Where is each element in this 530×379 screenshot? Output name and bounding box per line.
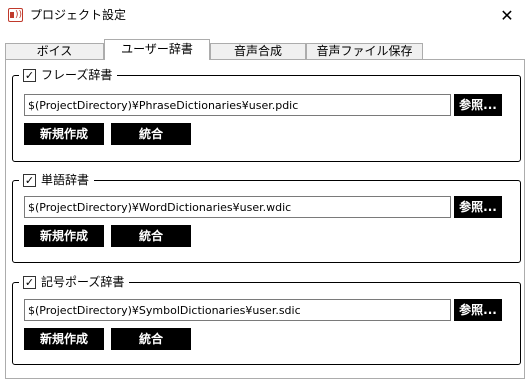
window-title: プロジェクト設定 (30, 8, 127, 22)
word-merge-button[interactable]: 統合 (111, 225, 191, 247)
word-dictionary-group: ✓ 単語辞書 参照... 新規作成 統合 (12, 172, 521, 263)
symbol-dictionary-path-input[interactable] (24, 299, 451, 321)
project-settings-window: )) プロジェクト設定 ✕ ボイス ユーザー辞書 音声合成 音声ファイル保存 ✓… (0, 0, 530, 379)
close-button[interactable]: ✕ (484, 0, 530, 31)
phrase-dictionary-label: フレーズ辞書 (41, 68, 113, 82)
phrase-dictionary-group: ✓ フレーズ辞書 参照... 新規作成 統合 (12, 67, 521, 162)
symbol-dictionary-checkbox[interactable]: ✓ (23, 275, 36, 289)
tab-label: ユーザー辞書 (121, 42, 193, 56)
checkmark-icon: ✓ (24, 68, 35, 82)
tab-user-dictionary[interactable]: ユーザー辞書 (104, 39, 210, 60)
word-dictionary-header: ✓ 単語辞書 (19, 172, 95, 188)
tab-label: 音声ファイル保存 (316, 44, 413, 58)
symbol-new-button[interactable]: 新規作成 (24, 328, 104, 350)
word-dictionary-label: 単語辞書 (41, 173, 90, 187)
phrase-dictionary-header: ✓ フレーズ辞書 (19, 67, 118, 83)
speaker-icon: )) (8, 8, 23, 22)
tab-audio-file-save[interactable]: 音声ファイル保存 (306, 43, 423, 59)
word-dictionary-checkbox[interactable]: ✓ (23, 173, 36, 187)
word-new-button[interactable]: 新規作成 (24, 225, 104, 247)
close-icon: ✕ (500, 6, 514, 25)
symbol-merge-button[interactable]: 統合 (111, 328, 191, 350)
phrase-dictionary-path-input[interactable] (24, 94, 451, 116)
tab-voice[interactable]: ボイス (5, 43, 104, 59)
tab-label: ボイス (36, 44, 73, 58)
phrase-merge-button[interactable]: 統合 (111, 123, 191, 145)
tab-bar: ボイス ユーザー辞書 音声合成 音声ファイル保存 (5, 39, 525, 60)
symbol-browse-button[interactable]: 参照... (454, 299, 502, 321)
phrase-new-button[interactable]: 新規作成 (24, 123, 104, 145)
phrase-dictionary-checkbox[interactable]: ✓ (23, 68, 36, 82)
checkmark-icon: ✓ (24, 173, 35, 187)
tab-label: 音声合成 (233, 44, 282, 58)
symbol-dictionary-label: 記号ポーズ辞書 (41, 275, 125, 289)
phrase-browse-button[interactable]: 参照... (454, 94, 502, 116)
symbol-dictionary-header: ✓ 記号ポーズ辞書 (19, 274, 130, 290)
word-browse-button[interactable]: 参照... (454, 196, 502, 218)
word-dictionary-path-input[interactable] (24, 196, 451, 218)
tab-speech-synthesis[interactable]: 音声合成 (210, 43, 306, 59)
checkmark-icon: ✓ (24, 275, 35, 289)
title-bar: )) プロジェクト設定 ✕ (0, 0, 530, 31)
symbol-dictionary-group: ✓ 記号ポーズ辞書 参照... 新規作成 統合 (12, 274, 521, 365)
